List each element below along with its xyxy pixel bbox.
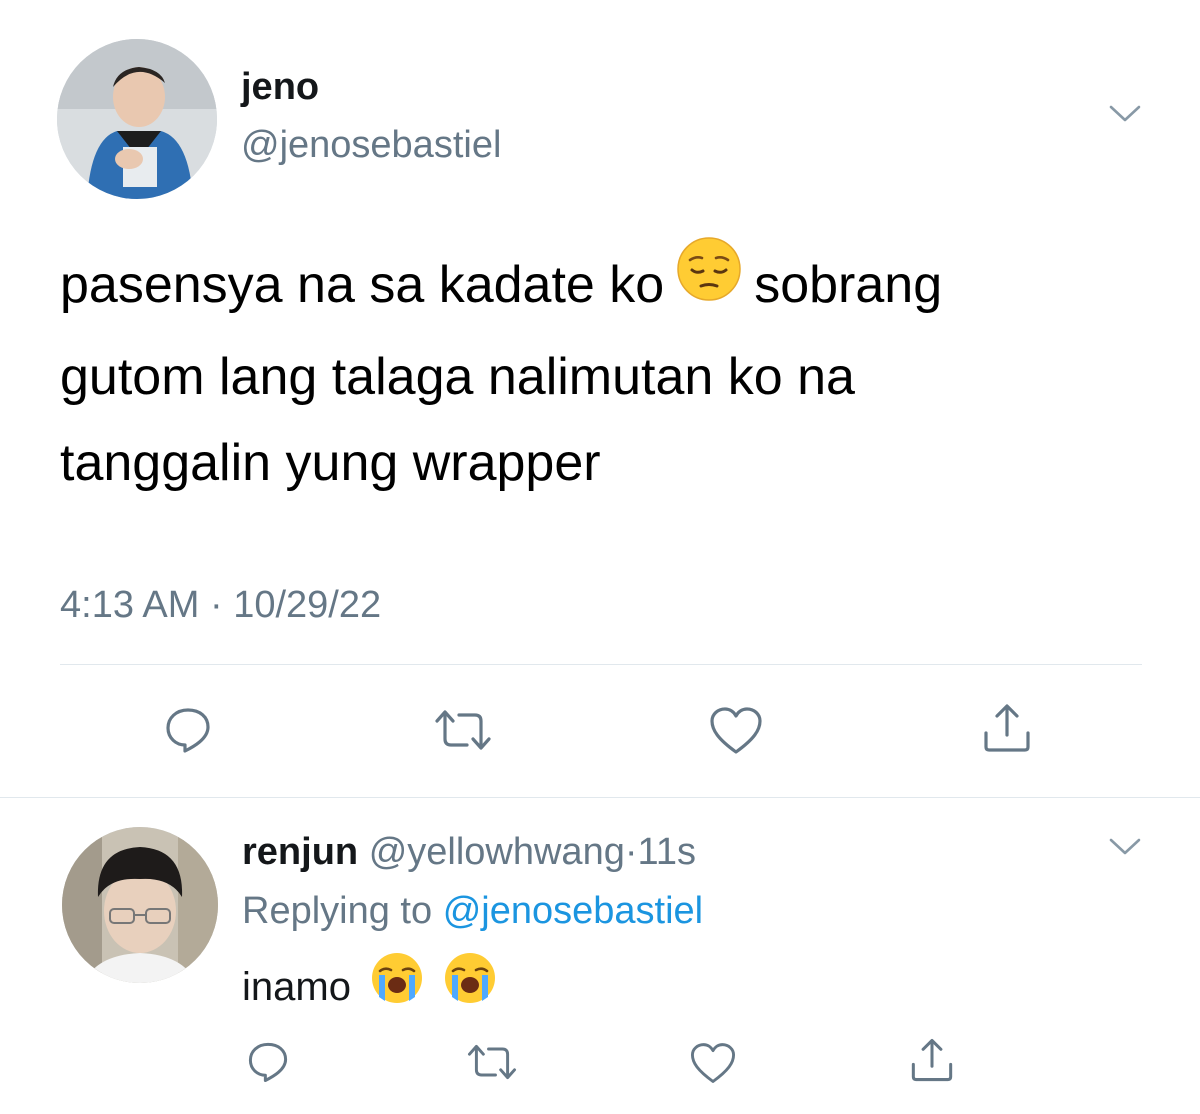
avatar[interactable] xyxy=(57,39,217,199)
reply-share-icon[interactable] xyxy=(908,1036,956,1084)
tweet-text: pasensya na sa kadate ko sobrang gutom l… xyxy=(60,237,1160,506)
reply-reply-icon[interactable] xyxy=(246,1040,290,1084)
handle[interactable]: @jenosebastiel xyxy=(241,122,501,168)
replying-to: Replying to @jenosebastiel xyxy=(242,888,703,934)
tweet-timestamp[interactable]: 4:13 AM · 10/29/22 xyxy=(60,582,381,628)
reply-display-name[interactable]: renjun xyxy=(242,831,358,873)
reply-like-icon[interactable] xyxy=(689,1042,737,1085)
tweet-date: 10/29/22 xyxy=(233,584,382,626)
reply-header: renjun @yellowhwang·11s xyxy=(242,829,696,875)
reply-chevron-down-icon[interactable] xyxy=(1108,836,1142,858)
loudly-crying-face-icon xyxy=(443,951,497,1020)
timestamp-separator: · xyxy=(209,584,223,626)
replying-to-handle[interactable]: @jenosebastiel xyxy=(443,890,703,932)
reply-age[interactable]: 11s xyxy=(638,831,696,873)
section-divider xyxy=(0,797,1200,798)
tweet-text-line-3: tanggalin yung wrapper xyxy=(60,434,601,493)
reply-avatar[interactable] xyxy=(62,827,218,983)
reply-separator: · xyxy=(624,831,638,873)
reply-handle[interactable]: @yellowhwang xyxy=(369,831,625,873)
divider xyxy=(60,664,1142,665)
replying-to-label: Replying to xyxy=(242,890,433,932)
share-icon[interactable] xyxy=(980,701,1034,755)
loudly-crying-face-icon xyxy=(370,951,424,1020)
tweet-text-line-2: gutom lang talaga nalimutan ko na xyxy=(60,348,855,407)
tweet-time: 4:13 AM xyxy=(60,584,200,626)
retweet-icon[interactable] xyxy=(433,707,493,753)
chevron-down-icon[interactable] xyxy=(1108,103,1142,125)
tweet-text-line-1: pasensya na sa kadate ko sobrang xyxy=(60,237,1160,334)
like-icon[interactable] xyxy=(708,706,764,756)
pensive-face-icon xyxy=(676,236,742,328)
display-name[interactable]: jeno xyxy=(241,64,319,110)
reply-retweet-icon[interactable] xyxy=(466,1042,518,1082)
reply-icon[interactable] xyxy=(163,705,213,755)
reply-text: inamo xyxy=(242,953,497,1024)
